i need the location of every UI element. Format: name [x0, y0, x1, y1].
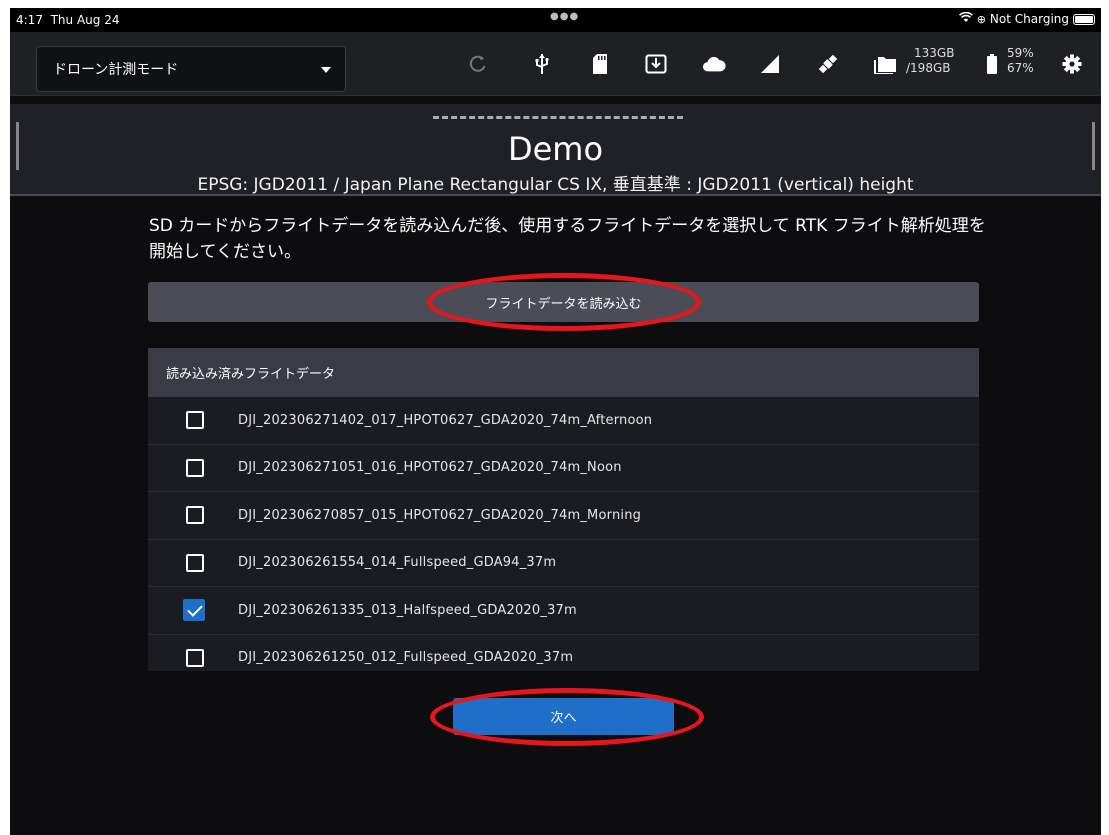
checkbox[interactable]: [186, 506, 204, 525]
top-toolbar: ドローン計測モード 133GB /198GB 59% 67%: [10, 32, 1101, 96]
checkbox[interactable]: [186, 648, 204, 667]
storage-stat: 133GB /198GB: [906, 46, 955, 75]
flight-label: DJI_202306271402_017_HPOT0627_GDA2020_74…: [238, 412, 653, 428]
flight-label: DJI_202306270857_015_HPOT0627_GDA2020_74…: [238, 507, 642, 523]
checkbox[interactable]: [186, 553, 204, 572]
battery-stat: 59% 67%: [1007, 46, 1034, 75]
wifi-icon: [958, 11, 973, 26]
refresh-icon[interactable]: [466, 52, 490, 76]
usb-icon[interactable]: [530, 52, 554, 76]
battery-icon: [1073, 13, 1095, 25]
list-item[interactable]: DJI_202306261250_012_Fullspeed_GDA2020_3…: [148, 635, 979, 672]
mode-select-value: ドローン計測モード: [53, 62, 179, 78]
truncated-text-fragment: [433, 116, 683, 124]
flight-list-header: 読み込み済みフライトデータ: [148, 348, 979, 397]
flight-label: DJI_202306261250_012_Fullspeed_GDA2020_3…: [238, 650, 574, 666]
status-time: 4:17 Thu Aug 24: [16, 13, 120, 27]
caret-down-icon: [321, 67, 331, 73]
list-item[interactable]: DJI_202306270857_015_HPOT0627_GDA2020_74…: [148, 492, 979, 540]
satellite-icon[interactable]: [816, 52, 840, 76]
load-flight-data-button[interactable]: フライトデータを読み込む: [148, 282, 979, 322]
instructions-text: SD カードからフライトデータを読み込んだ後、使用するフライトデータを選択して …: [149, 216, 986, 262]
gear-icon[interactable]: [1060, 52, 1084, 76]
flight-label: DJI_202306261335_013_Halfspeed_GDA2020_3…: [238, 602, 577, 618]
multitask-dots-icon[interactable]: ●●●: [550, 11, 579, 22]
flight-label: DJI_202306271051_016_HPOT0627_GDA2020_74…: [238, 460, 622, 476]
crs-info: EPSG: JGD2011 / Japan Plane Rectangular …: [197, 175, 914, 195]
project-title: Demo: [507, 130, 604, 168]
orientation-lock-icon: ⊕: [976, 12, 986, 26]
charging-status: Not Charging: [989, 12, 1069, 26]
flight-data-list: 読み込み済みフライトデータ DJI_202306271402_017_HPOT0…: [148, 348, 979, 671]
signal-icon: [758, 52, 782, 76]
folder-icon[interactable]: [874, 52, 898, 76]
checkbox[interactable]: [186, 458, 204, 477]
sd-card-icon[interactable]: [588, 52, 612, 76]
list-item[interactable]: DJI_202306261335_013_Halfspeed_GDA2020_3…: [148, 587, 979, 635]
list-item[interactable]: DJI_202306261554_014_Fullspeed_GDA94_37m: [148, 540, 979, 587]
list-item[interactable]: DJI_202306271051_016_HPOT0627_GDA2020_74…: [148, 445, 979, 492]
cloud-icon[interactable]: [702, 52, 726, 76]
checkbox[interactable]: [186, 411, 204, 430]
flight-label: DJI_202306261554_014_Fullspeed_GDA94_37m: [238, 555, 557, 571]
app-frame: 4:17 Thu Aug 24 ●●● ⊕ Not Charging ドローン計…: [10, 8, 1101, 835]
status-bar: 4:17 Thu Aug 24 ●●● ⊕ Not Charging: [10, 8, 1101, 32]
list-item[interactable]: DJI_202306271402_017_HPOT0627_GDA2020_74…: [148, 397, 979, 445]
mode-select[interactable]: ドローン計測モード: [36, 46, 346, 92]
checkbox-checked[interactable]: [183, 599, 205, 622]
download-icon[interactable]: [644, 52, 668, 76]
battery-level-icon: [980, 52, 1004, 76]
next-button[interactable]: 次へ: [453, 698, 674, 735]
project-header: Demo EPSG: JGD2011 / Japan Plane Rectang…: [10, 104, 1101, 196]
status-right: ⊕ Not Charging: [958, 11, 1095, 26]
